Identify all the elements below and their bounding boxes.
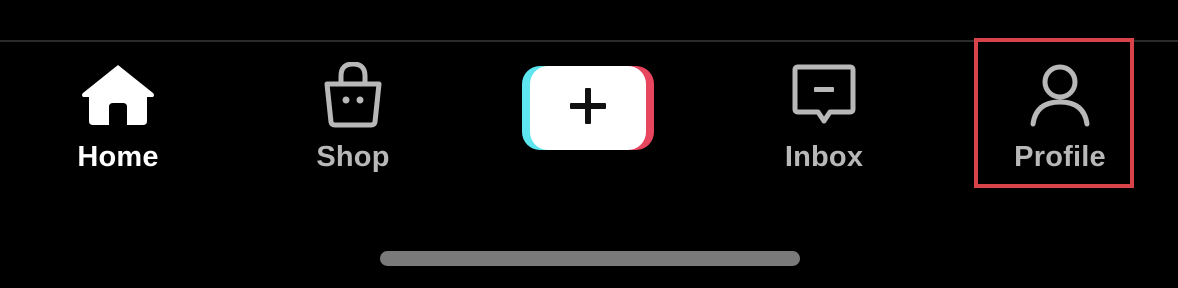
nav-top-divider (0, 40, 1178, 42)
home-icon (78, 60, 158, 130)
tab-home[interactable]: Home (48, 60, 188, 180)
tab-inbox[interactable]: Inbox (754, 60, 894, 180)
tab-profile-label: Profile (1014, 141, 1106, 173)
tab-shop[interactable]: Shop (283, 60, 423, 180)
inbox-message-icon (784, 60, 864, 130)
shopping-bag-icon (313, 60, 393, 130)
tab-home-label: Home (77, 141, 159, 173)
bottom-navigation-screen: Home Shop Inbox Profile (0, 0, 1178, 288)
tab-profile[interactable]: Profile (990, 60, 1130, 180)
create-button[interactable] (522, 66, 654, 150)
tab-inbox-label: Inbox (784, 141, 864, 173)
create-button-face (530, 66, 646, 150)
home-indicator-bar[interactable] (380, 251, 800, 266)
tab-shop-label: Shop (316, 141, 390, 173)
person-icon (1020, 60, 1100, 130)
plus-icon (568, 86, 608, 131)
